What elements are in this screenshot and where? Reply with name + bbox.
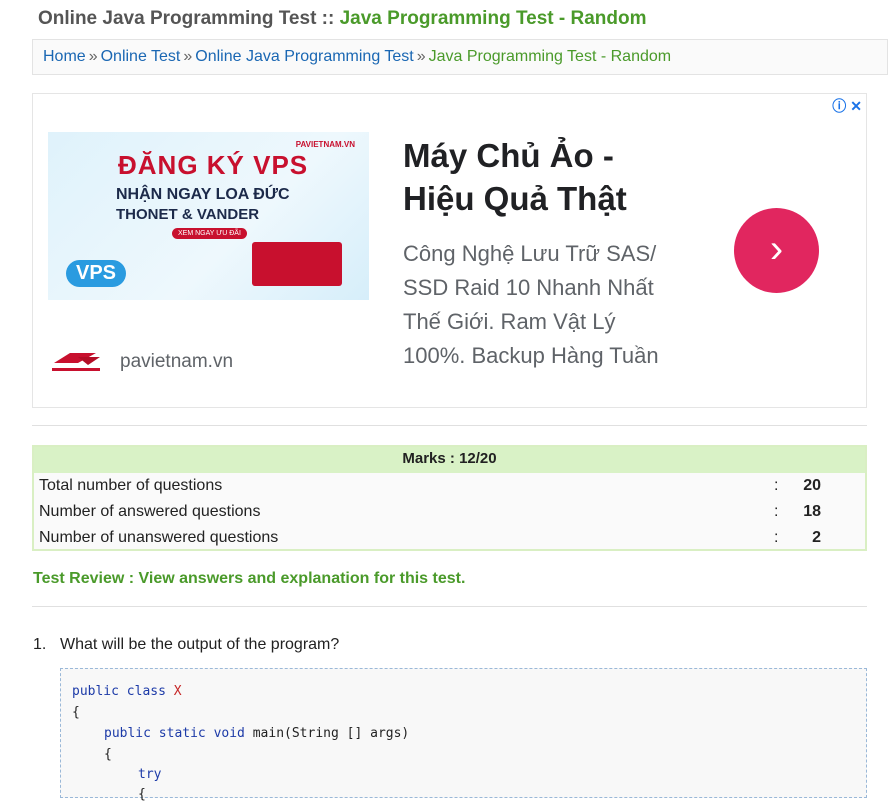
breadcrumb-current: Java Programming Test - Random [428,48,672,65]
ad-brand[interactable]: pavietnam.vn [120,351,233,373]
code-keyword: try [138,767,162,782]
ad-image-line1: ĐĂNG KÝ VPS [118,150,309,180]
chevron-right-icon[interactable]: › [734,208,819,293]
marks-row-colon: : [774,529,779,546]
marks-row-colon: : [774,503,779,520]
code-line: { [138,787,146,802]
ad-image-logo: PAVIETNAM.VN [295,140,355,149]
info-icon[interactable]: ⓘ [832,98,846,114]
marks-heading: Marks : 12/20 [34,447,865,473]
marks-row-label: Number of answered questions [39,503,261,520]
breadcrumb: Home» Online Test» Online Java Programming… [32,39,888,75]
test-review-link[interactable]: Test Review : View answers and explanati… [33,570,465,588]
title-prefix: Online Java Programming Test :: [38,8,340,29]
breadcrumb-separator: » [183,48,193,65]
title-highlight: Java Programming Test - Random [339,8,647,29]
marks-row-value: 20 [803,477,821,494]
speaker-image [252,242,342,286]
marks-row: Total number of questions : 20 [34,473,865,499]
page-title: Online Java Programming Test :: Java Pro… [38,8,647,30]
divider [32,425,867,426]
code-line: { [104,747,112,762]
breadcrumb-java-test[interactable]: Online Java Programming Test [195,48,413,65]
ad-image-line3: THONET & VANDER [116,206,260,223]
breadcrumb-online-test[interactable]: Online Test [101,48,181,65]
ad-headline[interactable]: Máy Chủ Ảo - Hiệu Quả Thật [403,134,683,220]
marks-row-value: 18 [803,503,821,520]
code-line: try [138,767,161,782]
ad-image-badge: VPS [66,260,127,287]
breadcrumb-separator: » [88,48,98,65]
code-block: public class X { public static void main… [60,668,867,802]
marks-row-label: Number of unanswered questions [39,529,279,546]
code-class-name: X [173,684,182,699]
question-number: 1. [33,636,47,653]
question-text: What will be the output of the program? [60,636,340,653]
ad-image-line2: NHẬN NGAY LOA ĐỨC [116,186,290,203]
close-icon[interactable]: ✕ [850,98,862,114]
ad-controls: ⓘ ✕ [828,96,862,116]
marks-row: Number of unanswered questions : 2 [34,525,865,551]
marks-row-label: Total number of questions [39,477,223,494]
ad-image[interactable]: ĐĂNG KÝ VPS NHẬN NGAY LOA ĐỨC THONET & V… [48,132,369,300]
code-keyword: public class [72,684,166,699]
code-keyword: public static void [104,726,245,741]
code-line: { [72,705,80,720]
code-line: public class X [72,684,182,699]
advertisement[interactable]: ⓘ ✕ ĐĂNG KÝ VPS NHẬN NGAY LOA ĐỨC THONET … [32,93,867,408]
code-text: main(String [] args) [252,726,410,741]
marks-table: Marks : 12/20 Total number of questions … [32,445,867,551]
marks-row-value: 2 [812,529,821,546]
code-line: public static void main(String [] args) [104,726,409,741]
ad-body: Công Nghệ Lưu Trữ SAS/ SSD Raid 10 Nhanh… [403,241,659,368]
breadcrumb-home[interactable]: Home [43,48,86,65]
divider [32,606,867,607]
marks-row: Number of answered questions : 18 [34,499,865,525]
breadcrumb-separator: » [416,48,426,65]
marks-row-colon: : [774,477,779,494]
ad-image-button: XEM NGAY ƯU ĐÃI [172,228,247,239]
brand-logo-icon [52,353,100,371]
